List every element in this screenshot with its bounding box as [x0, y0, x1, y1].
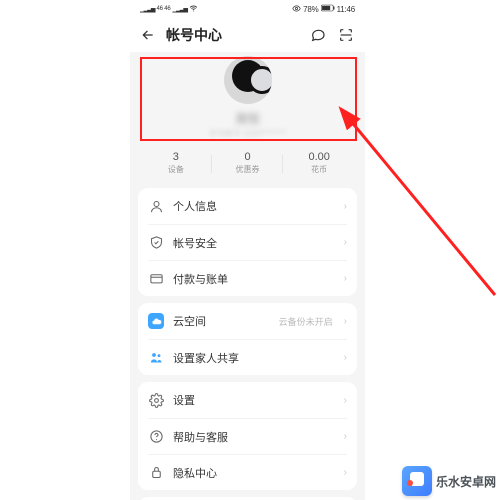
chevron-right-icon: ›: [344, 467, 347, 478]
title-bar: 帐号中心: [130, 18, 365, 52]
stat-label: 设备: [168, 164, 184, 175]
help-icon: [148, 429, 164, 445]
clock-time: 11:46: [337, 5, 355, 14]
watermark-icon: [402, 466, 432, 496]
chevron-right-icon: ›: [344, 201, 347, 212]
stat-value: 3: [173, 151, 179, 163]
section-card: 设置 › 帮助与客服 › 隐私中心 ›: [138, 382, 357, 490]
section-card: 个人信息 › 帐号安全 › 付款与账单 ›: [138, 188, 357, 296]
cloud-icon: [148, 313, 164, 329]
row-label: 设置: [173, 392, 335, 408]
signal-icon: ▁▂▃▅: [140, 6, 154, 13]
row-settings[interactable]: 设置 ›: [148, 382, 347, 418]
row-personal-info[interactable]: 个人信息 ›: [148, 188, 347, 224]
stat-label: 优惠券: [236, 164, 260, 175]
chat-icon[interactable]: [309, 26, 327, 44]
row-label: 个人信息: [173, 198, 335, 214]
family-icon: [148, 350, 164, 366]
profile-name: 周恒: [235, 110, 259, 127]
row-account-security[interactable]: 帐号安全 ›: [148, 224, 347, 260]
stats-row: 3 设备 0 优惠券 0.00 花币: [138, 151, 357, 181]
page-title: 帐号中心: [166, 25, 299, 45]
chevron-right-icon: ›: [344, 273, 347, 284]
watermark-text: 乐水安卓网: [436, 473, 496, 490]
scan-icon[interactable]: [337, 26, 355, 44]
stat-value: 0.00: [308, 151, 329, 163]
row-label: 帐号安全: [173, 235, 335, 251]
gear-icon: [148, 392, 164, 408]
back-button[interactable]: [140, 27, 156, 43]
stat-label: 花币: [311, 164, 327, 175]
signal-icon-2: ▁▂▃▅: [172, 6, 186, 13]
battery-icon: [321, 4, 335, 14]
shield-icon: [148, 235, 164, 251]
status-bar: ▁▂▃▅ 46 46 ▁▂▃▅ 78% 11:46: [130, 0, 365, 18]
row-label: 设置家人共享: [173, 350, 335, 366]
section-card: 云空间 云备份未开启 › 设置家人共享 ›: [138, 303, 357, 375]
row-privacy-center[interactable]: 隐私中心 ›: [148, 454, 347, 490]
carrier-label: 46 46: [156, 6, 170, 12]
profile-block[interactable]: 周恒 华为帐号 1520********: [138, 52, 357, 145]
card-icon: [148, 271, 164, 287]
stat-coupons[interactable]: 0 优惠券: [212, 151, 284, 175]
chevron-right-icon: ›: [344, 316, 347, 327]
profile-sub: 华为帐号 1520********: [209, 128, 286, 139]
chevron-right-icon: ›: [344, 352, 347, 363]
person-icon: [148, 198, 164, 214]
chevron-right-icon: ›: [344, 395, 347, 406]
avatar[interactable]: [224, 56, 272, 104]
eye-icon: [292, 4, 301, 15]
row-help-cs[interactable]: 帮助与客服 ›: [148, 418, 347, 454]
row-label: 隐私中心: [173, 465, 335, 481]
battery-percent: 78%: [303, 5, 318, 14]
row-family-share[interactable]: 设置家人共享 ›: [148, 339, 347, 375]
privacy-icon: [148, 465, 164, 481]
row-cloud-space[interactable]: 云空间 云备份未开启 ›: [148, 303, 347, 339]
stat-devices[interactable]: 3 设备: [140, 151, 212, 175]
chevron-right-icon: ›: [344, 431, 347, 442]
row-extra: 云备份未开启: [279, 315, 333, 328]
stat-coins[interactable]: 0.00 花币: [283, 151, 355, 175]
watermark: 乐水安卓网: [402, 466, 496, 496]
stat-value: 0: [244, 151, 250, 163]
row-label: 帮助与客服: [173, 429, 335, 445]
wifi-icon: [189, 4, 198, 15]
row-label: 云空间: [173, 313, 270, 329]
row-label: 付款与账单: [173, 271, 335, 287]
row-payment-bills[interactable]: 付款与账单 ›: [148, 260, 347, 296]
chevron-right-icon: ›: [344, 237, 347, 248]
